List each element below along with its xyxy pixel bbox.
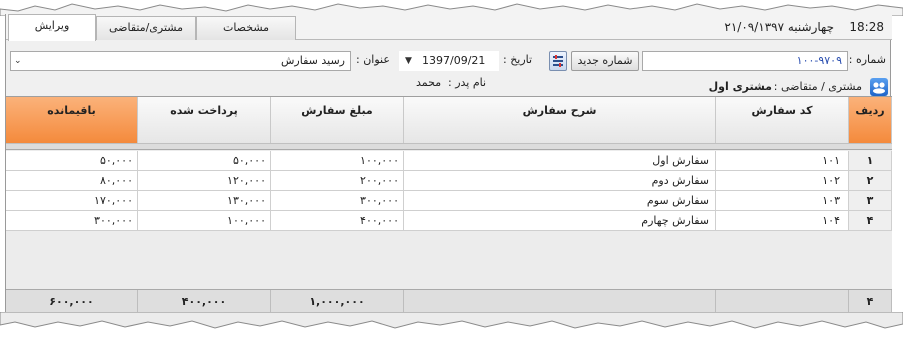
order-code: ۱۰۴ <box>716 211 849 231</box>
number-field[interactable]: ۱۰۰-۹۷۰۹ <box>642 51 848 71</box>
title-dropdown-arrow-icon[interactable]: ⌄ <box>14 56 22 66</box>
table-row[interactable]: ۲ ۱۰۲ سفارش دوم ۲۰۰,۰۰۰ ۱۲۰,۰۰۰ ۸۰,۰۰۰ <box>6 171 892 191</box>
date-label: تاریخ : <box>503 53 533 66</box>
total-remaining: ۶۰۰,۰۰۰ <box>6 290 138 314</box>
total-amount: ۱,۰۰۰,۰۰۰ <box>271 290 404 314</box>
title-value: رسید سفارش <box>281 54 345 67</box>
row-index: ۴ <box>849 211 892 231</box>
order-description: سفارش سوم <box>404 191 716 211</box>
order-remaining: ۸۰,۰۰۰ <box>6 171 138 191</box>
order-paid: ۱۳۰,۰۰۰ <box>138 191 271 211</box>
row-index: ۱ <box>849 151 892 171</box>
row-index: ۳ <box>849 191 892 211</box>
title-combo[interactable]: رسید سفارش <box>10 51 351 71</box>
row-index: ۲ <box>849 171 892 191</box>
customer-icon[interactable] <box>870 78 888 96</box>
table-row[interactable]: ۱ ۱۰۱ سفارش اول ۱۰۰,۰۰۰ ۵۰,۰۰۰ ۵۰,۰۰۰ <box>6 151 892 171</box>
order-code: ۱۰۲ <box>716 171 849 191</box>
order-description: سفارش چهارم <box>404 211 716 231</box>
order-amount: ۱۰۰,۰۰۰ <box>271 151 404 171</box>
column-header-paid[interactable]: پرداخت شده <box>138 97 271 143</box>
father-name: محمد <box>416 76 442 89</box>
status-date: چهارشنبه ۲۱/۰۹/۱۳۹۷ <box>724 20 834 34</box>
tab-edit[interactable]: ویرایش <box>8 14 96 41</box>
date-dropdown-arrow-icon[interactable]: ▼ <box>405 56 412 66</box>
customer-name: مشتری اول <box>708 80 772 93</box>
total-paid: ۴۰۰,۰۰۰ <box>138 290 271 314</box>
total-count: ۴ <box>849 290 892 314</box>
order-amount: ۳۰۰,۰۰۰ <box>271 191 404 211</box>
date-value: 1397/09/21 <box>422 54 486 67</box>
order-paid: ۱۲۰,۰۰۰ <box>138 171 271 191</box>
date-picker[interactable]: 1397/09/21 <box>399 51 499 71</box>
order-amount: ۲۰۰,۰۰۰ <box>271 171 404 191</box>
total-description-blank <box>404 290 716 314</box>
tab-details[interactable]: مشخصات <box>196 16 296 40</box>
tab-customer[interactable]: مشتری/متقاضی <box>96 16 196 40</box>
order-paid: ۵۰,۰۰۰ <box>138 151 271 171</box>
customer-label: مشتری / متقاضی : <box>773 80 862 93</box>
header-divider <box>6 143 892 150</box>
order-description: سفارش دوم <box>404 171 716 191</box>
order-remaining: ۱۷۰,۰۰۰ <box>6 191 138 211</box>
column-header-remaining[interactable]: باقیمانده <box>6 97 138 143</box>
orders-grid: ردیف کد سفارش شرح سفارش مبلغ سفارش پرداخ… <box>6 96 892 314</box>
order-paid: ۱۰۰,۰۰۰ <box>138 211 271 231</box>
column-header-index[interactable]: ردیف <box>849 97 892 143</box>
totals-row: ۴ ۱,۰۰۰,۰۰۰ ۴۰۰,۰۰۰ ۶۰۰,۰۰۰ <box>6 289 892 314</box>
order-remaining: ۳۰۰,۰۰۰ <box>6 211 138 231</box>
father-name-label: نام پدر : <box>448 76 487 89</box>
status-time: 18:28 <box>849 20 884 34</box>
column-header-code[interactable]: کد سفارش <box>716 97 849 143</box>
order-receipt-window: ویرایش مشتری/متقاضی مشخصات چهارشنبه ۲۱/۰… <box>5 14 892 314</box>
table-row[interactable]: ۳ ۱۰۳ سفارش سوم ۳۰۰,۰۰۰ ۱۳۰,۰۰۰ ۱۷۰,۰۰۰ <box>6 191 892 211</box>
table-row[interactable]: ۴ ۱۰۴ سفارش چهارم ۴۰۰,۰۰۰ ۱۰۰,۰۰۰ ۳۰۰,۰۰… <box>6 211 892 231</box>
column-header-description[interactable]: شرح سفارش <box>404 97 716 143</box>
number-label: شماره : <box>848 53 886 66</box>
order-code: ۱۰۱ <box>716 151 849 171</box>
new-number-button[interactable]: شماره جدید <box>571 51 639 71</box>
tab-strip: ویرایش مشتری/متقاضی مشخصات چهارشنبه ۲۱/۰… <box>6 14 892 41</box>
order-code: ۱۰۳ <box>716 191 849 211</box>
column-header-amount[interactable]: مبلغ سفارش <box>271 97 404 143</box>
order-remaining: ۵۰,۰۰۰ <box>6 151 138 171</box>
title-label: عنوان : <box>356 53 390 66</box>
order-amount: ۴۰۰,۰۰۰ <box>271 211 404 231</box>
settings-list-icon[interactable] <box>549 51 567 71</box>
total-code-blank <box>716 290 849 314</box>
order-description: سفارش اول <box>404 151 716 171</box>
torn-edge-bottom <box>0 312 903 329</box>
